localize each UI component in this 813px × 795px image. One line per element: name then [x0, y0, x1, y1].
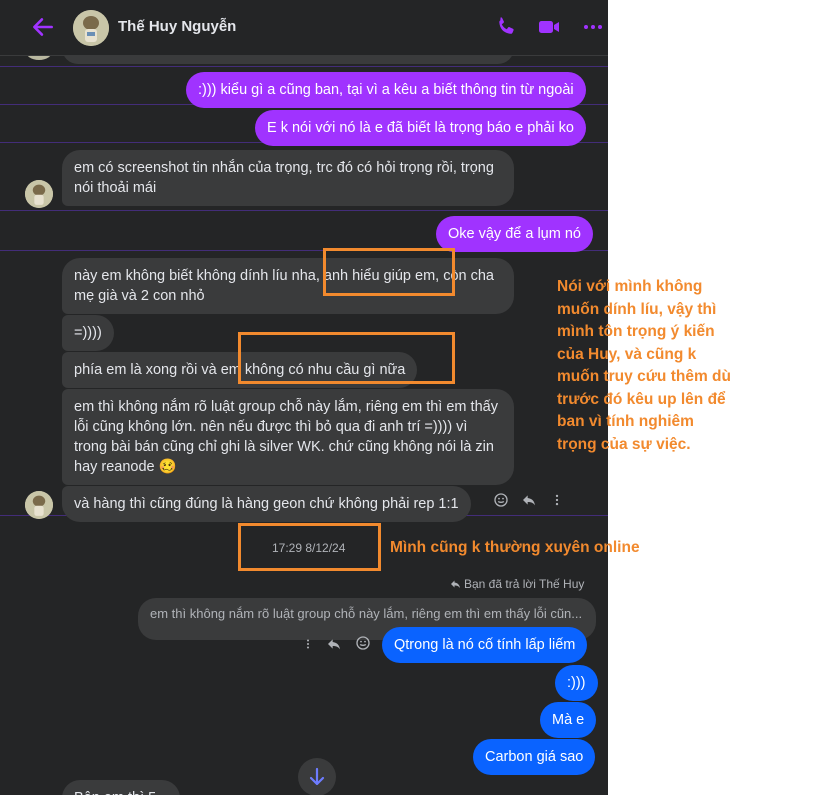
reply-label: Bạn đã trả lời Thế Huy [464, 577, 585, 591]
message-bubble-incoming[interactable]: và hàng thì cũng đúng là hàng geon chứ k… [62, 486, 471, 522]
reply-indicator-icon [451, 580, 460, 588]
reply-icon[interactable] [325, 636, 343, 652]
message-bubble-incoming[interactable]: em có screenshot tin nhắn của trọng, trc… [62, 150, 514, 206]
message-bubble-outgoing[interactable]: :))) [555, 665, 598, 701]
message-bubble-incoming[interactable]: em thì không nắm rõ luật group chỗ này l… [62, 389, 514, 485]
message-bubble-incoming[interactable]: =)))) [62, 315, 114, 351]
emoji-react-icon[interactable] [493, 492, 509, 508]
more-actions-icon[interactable] [550, 492, 564, 508]
scroll-to-bottom-button[interactable] [298, 758, 336, 795]
side-annotation: Nói với mình không muốn dính líu, vậy th… [557, 278, 731, 453]
divider [0, 66, 608, 67]
message-bubble-outgoing[interactable]: :))) kiểu gì a cũng ban, tại vì a kêu a … [186, 72, 586, 108]
highlight-box [238, 332, 455, 384]
message-bubble-outgoing[interactable]: Qtrong là nó cố tính lấp liếm [382, 627, 588, 663]
back-arrow-icon[interactable] [30, 14, 56, 40]
message-bubble-outgoing[interactable]: Oke vậy để a lụm nó [436, 216, 593, 252]
reply-icon[interactable] [520, 492, 538, 508]
divider [0, 210, 608, 211]
sender-avatar [25, 180, 53, 208]
contact-avatar[interactable] [73, 10, 109, 46]
phone-icon[interactable] [494, 15, 518, 39]
chat-window: Thế Huy Nguyễn :))) kiểu gì a cũng ban, … [0, 0, 608, 795]
more-actions-icon[interactable] [302, 636, 314, 652]
contact-name[interactable]: Thế Huy Nguyễn [118, 18, 236, 35]
message-bubble-incoming[interactable]: Bên em thì 5... [62, 780, 181, 795]
chat-header: Thế Huy Nguyễn [0, 0, 608, 56]
time-annotation: Mình cũng k thường xuyên online [390, 539, 640, 556]
highlight-box [238, 523, 381, 571]
more-icon[interactable] [581, 15, 605, 39]
message-bubble-outgoing[interactable]: Mà e [540, 702, 597, 738]
emoji-react-icon[interactable] [355, 635, 371, 651]
highlight-box [323, 248, 455, 296]
video-icon[interactable] [537, 15, 561, 39]
message-bubble-outgoing[interactable]: E k nói với nó là e đã biết là trọng báo… [255, 110, 586, 146]
arrow-down-icon [309, 767, 325, 786]
sender-avatar [25, 491, 53, 519]
message-bubble-outgoing[interactable]: Carbon giá sao [473, 739, 596, 775]
